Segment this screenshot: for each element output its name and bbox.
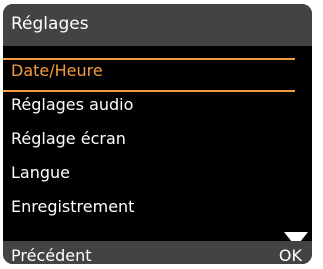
handset-display: Réglages Date/Heure Réglages audio Régla…: [3, 4, 312, 264]
menu-item-label: Enregistrement: [11, 197, 135, 216]
menu-item-enregistrement[interactable]: Enregistrement: [3, 190, 312, 224]
ok-softkey[interactable]: OK: [279, 244, 302, 264]
softkey-bar: Précédent OK: [3, 241, 312, 264]
menu-item-reglages-audio[interactable]: Réglages audio: [3, 88, 312, 122]
menu-item-label: Réglage écran: [11, 129, 126, 148]
menu-item-label: Réglages audio: [11, 95, 134, 114]
title-bar: Réglages: [3, 4, 312, 46]
menu-item-reglage-ecran[interactable]: Réglage écran: [3, 122, 312, 156]
menu-item-label: Date/Heure: [11, 61, 103, 80]
settings-menu: Date/Heure Réglages audio Réglage écran …: [3, 54, 312, 224]
page-title: Réglages: [11, 14, 89, 34]
menu-item-date-heure[interactable]: Date/Heure: [3, 54, 312, 88]
menu-item-langue[interactable]: Langue: [3, 156, 312, 190]
menu-item-label: Langue: [11, 163, 70, 182]
back-softkey[interactable]: Précédent: [11, 244, 92, 264]
